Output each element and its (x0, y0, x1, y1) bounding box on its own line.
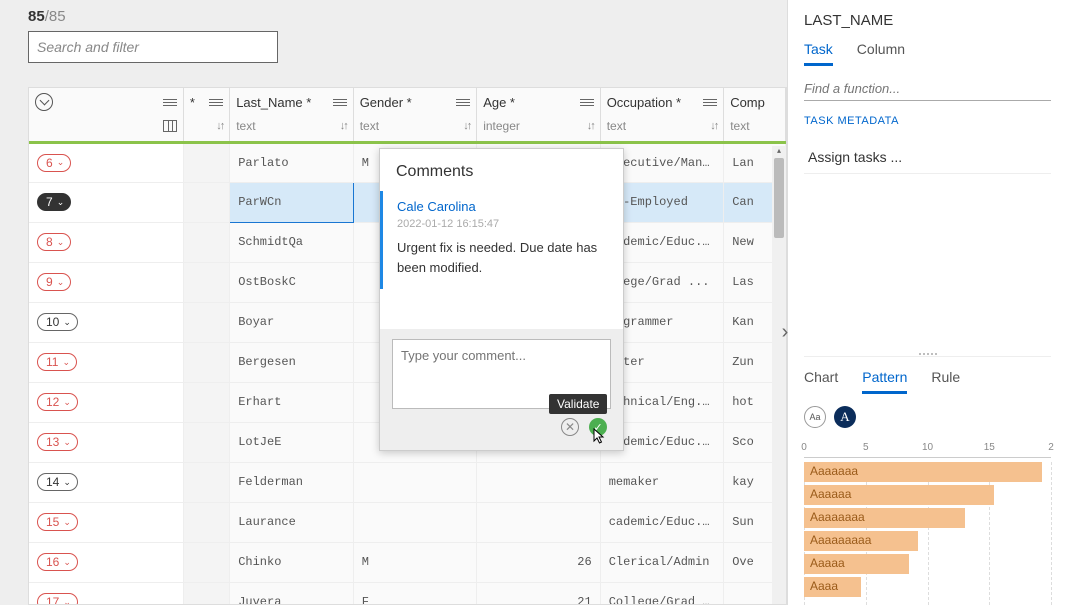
age-column-header[interactable]: Age * integer (477, 88, 601, 142)
menu-icon[interactable] (456, 99, 470, 106)
pattern-bar[interactable]: Aaaa (804, 577, 1051, 597)
comments-popup: Comments Cale Carolina 2022-01-12 16:15:… (379, 148, 624, 451)
cell-age[interactable] (477, 502, 601, 542)
row-pill[interactable]: 7⌄ (37, 193, 71, 211)
cell-gender[interactable]: F (353, 582, 477, 605)
function-search-input[interactable] (804, 77, 1051, 101)
lastname-column-header[interactable]: Last_Name * text (230, 88, 354, 142)
row-pill[interactable]: 14⌄ (37, 473, 78, 491)
row-count: 85/85 (28, 8, 759, 25)
sidebar: LAST_NAME Task Column TASK METADATA Assi… (787, 0, 1067, 605)
cell-lastname[interactable]: OstBoskC (230, 262, 354, 302)
row-pill[interactable]: 8⌄ (37, 233, 71, 251)
index-column-header[interactable] (29, 88, 183, 142)
menu-icon[interactable] (209, 99, 223, 106)
sidebar-title: LAST_NAME (804, 12, 1051, 29)
sort-icon[interactable] (710, 120, 717, 132)
row-pill[interactable]: 11⌄ (37, 353, 77, 371)
comment-date: 2022-01-12 16:15:47 (397, 218, 609, 230)
cell-gender[interactable]: M (353, 542, 477, 582)
cell-occupation[interactable]: College/Grad ... (600, 582, 724, 605)
vertical-scrollbar[interactable]: ▴ (772, 146, 786, 604)
sort-icon[interactable] (463, 120, 470, 132)
validate-comment-button[interactable]: ✓ Validate (589, 418, 607, 436)
cell-lastname[interactable]: SchmidtQa (230, 222, 354, 262)
tab-rule[interactable]: Rule (931, 369, 960, 394)
data-table: * Last_Name * text Gender * text Age (28, 87, 787, 605)
comments-title: Comments (380, 149, 623, 191)
comment-author[interactable]: Cale Carolina (397, 199, 609, 214)
cell-lastname[interactable]: Bergesen (230, 342, 354, 382)
sort-icon[interactable] (216, 120, 223, 132)
row-pill[interactable]: 16⌄ (37, 553, 78, 571)
comment-text: Urgent fix is needed. Due date has been … (397, 238, 609, 277)
row-pill[interactable]: 13⌄ (37, 433, 78, 451)
row-pill[interactable]: 10⌄ (37, 313, 78, 331)
pattern-bar[interactable]: Aaaaaaaa (804, 508, 1051, 528)
cell-lastname[interactable]: Parlato (230, 142, 354, 182)
cell-lastname[interactable]: Laurance (230, 502, 354, 542)
assign-tasks-button[interactable]: Assign tasks ... (804, 141, 1051, 174)
header: 85/85 Search and filter (0, 8, 787, 71)
validate-tooltip: Validate (549, 394, 607, 414)
cell-lastname[interactable]: ParWCn (230, 182, 354, 222)
cell-age[interactable]: 21 (477, 582, 601, 605)
cell-occupation[interactable]: Clerical/Admin (600, 542, 724, 582)
cell-lastname[interactable]: Juvera (230, 582, 354, 605)
resize-handle-icon[interactable] (913, 353, 943, 357)
cell-lastname[interactable]: Felderman (230, 462, 354, 502)
task-metadata-label[interactable]: TASK METADATA (804, 115, 1051, 127)
cancel-comment-button[interactable]: ✕ (561, 418, 579, 436)
cell-gender[interactable] (353, 502, 477, 542)
cell-occupation[interactable]: cademic/Educ... (600, 502, 724, 542)
gender-column-header[interactable]: Gender * text (353, 88, 477, 142)
cell-lastname[interactable]: LotJeE (230, 422, 354, 462)
cell-age[interactable] (477, 462, 601, 502)
sort-icon[interactable] (587, 120, 594, 132)
row-pill[interactable]: 17⌄ (37, 593, 78, 605)
pattern-bar[interactable]: Aaaaa (804, 554, 1051, 574)
font-toggle-icon[interactable]: A (834, 406, 856, 428)
tab-pattern[interactable]: Pattern (862, 369, 907, 394)
menu-icon[interactable] (580, 99, 594, 106)
menu-icon[interactable] (333, 99, 347, 106)
chart-axis: 0510152 (804, 442, 1051, 458)
cell-lastname[interactable]: Boyar (230, 302, 354, 342)
cell-lastname[interactable]: Chinko (230, 542, 354, 582)
search-input[interactable]: Search and filter (28, 31, 278, 63)
occupation-column-header[interactable]: Occupation * text (600, 88, 724, 142)
cell-occupation[interactable]: memaker (600, 462, 724, 502)
row-pill[interactable]: 6⌄ (37, 154, 71, 172)
cell-gender[interactable] (353, 462, 477, 502)
row-pill[interactable]: 15⌄ (37, 513, 78, 531)
table-row[interactable]: 17⌄ JuveraF21College/Grad ... (29, 582, 786, 605)
tab-chart[interactable]: Chart (804, 369, 838, 394)
layout-icon[interactable] (163, 120, 177, 132)
row-pill[interactable]: 12⌄ (37, 393, 78, 411)
marker-column-header[interactable]: * (183, 88, 229, 142)
pattern-bar[interactable]: Aaaaaaa (804, 462, 1051, 482)
table-row[interactable]: 16⌄ChinkoM26Clerical/AdminOve (29, 542, 786, 582)
expand-sidebar-icon[interactable] (776, 320, 794, 344)
menu-icon[interactable] (163, 99, 177, 106)
company-column-header[interactable]: Comp text (724, 88, 786, 142)
tab-column[interactable]: Column (857, 41, 905, 66)
table-row[interactable]: 15⌄Laurancecademic/Educ...Sun (29, 502, 786, 542)
expand-all-icon[interactable] (35, 93, 53, 111)
cell-lastname[interactable]: Erhart (230, 382, 354, 422)
sort-icon[interactable] (340, 120, 347, 132)
table-row[interactable]: 14⌄Feldermanmemakerkay (29, 462, 786, 502)
case-toggle-icon[interactable]: Aa (804, 406, 826, 428)
tab-task[interactable]: Task (804, 41, 833, 66)
cell-age[interactable]: 26 (477, 542, 601, 582)
pattern-bar[interactable]: Aaaaaaaaa (804, 531, 1051, 551)
menu-icon[interactable] (703, 99, 717, 106)
row-pill[interactable]: 9⌄ (37, 273, 71, 291)
pattern-bar[interactable]: Aaaaaa (804, 485, 1051, 505)
cursor-icon (593, 428, 607, 449)
